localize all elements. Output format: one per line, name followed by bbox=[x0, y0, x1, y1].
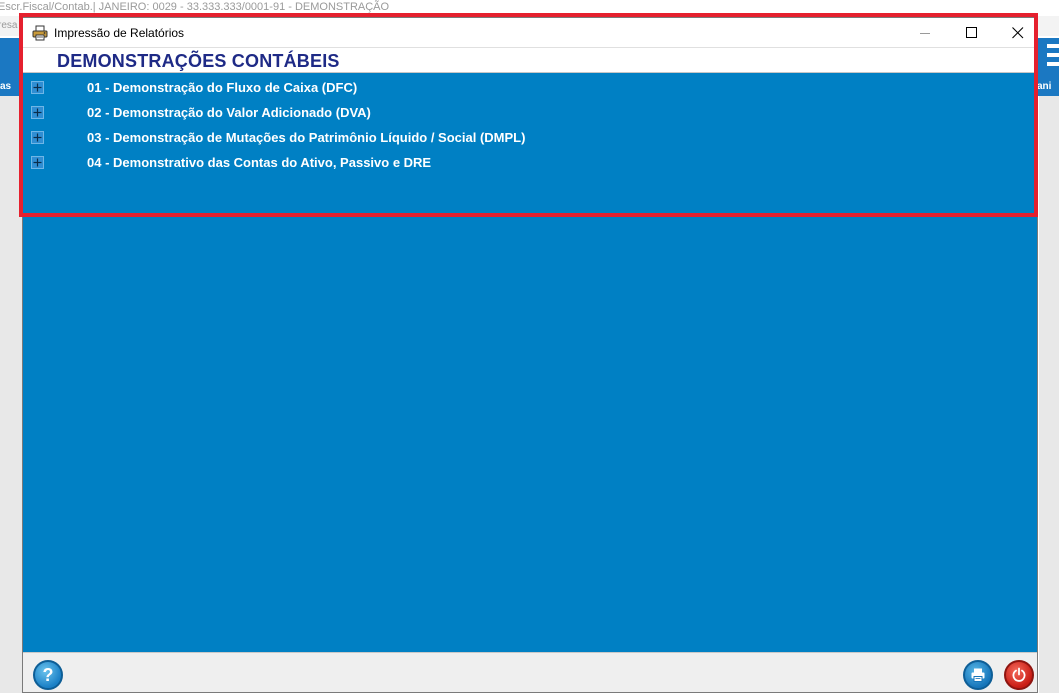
background-strip-text: resa bbox=[0, 20, 18, 31]
section-header: DEMONSTRAÇÕES CONTÁBEIS bbox=[23, 48, 1037, 73]
tree-item-label: 02 - Demonstração do Valor Adicionado (D… bbox=[87, 105, 371, 120]
close-button[interactable] bbox=[995, 18, 1041, 47]
tree-item-label: 04 - Demonstrativo das Contas do Ativo, … bbox=[87, 155, 432, 170]
background-left-tab-label: as bbox=[0, 81, 12, 92]
expand-plus-icon[interactable] bbox=[31, 131, 44, 144]
dialog-footer: ? bbox=[23, 652, 1037, 692]
tree-item-label: 01 - Demonstração do Fluxo de Caixa (DFC… bbox=[87, 80, 358, 95]
tree-item-label: 03 - Demonstração de Mutações do Patrimô… bbox=[87, 130, 526, 145]
maximize-icon bbox=[966, 27, 977, 38]
exit-button[interactable] bbox=[1004, 660, 1034, 690]
help-button[interactable]: ? bbox=[33, 660, 63, 690]
minimize-button[interactable] bbox=[903, 18, 949, 47]
power-icon bbox=[1012, 667, 1026, 682]
tree-item-dfc[interactable]: 01 - Demonstração do Fluxo de Caixa (DFC… bbox=[23, 76, 623, 101]
dialog-title: Impressão de Relatórios bbox=[54, 26, 185, 40]
background-window-title: Escr.Fiscal/Contab.| JANEIRO: 0029 - 33.… bbox=[0, 0, 1059, 16]
background-left-tab[interactable]: as bbox=[0, 38, 24, 96]
section-title: DEMONSTRAÇÕES CONTÁBEIS bbox=[57, 51, 340, 71]
report-print-dialog: Impressão de Relatórios DEMONSTRAÇÕES CO… bbox=[22, 17, 1038, 693]
background-right-area bbox=[1039, 96, 1059, 693]
background-left-area bbox=[0, 96, 22, 693]
tree-item-contas[interactable]: 04 - Demonstrativo das Contas do Ativo, … bbox=[23, 151, 623, 176]
background-window-title-text: Escr.Fiscal/Contab.| JANEIRO: 0029 - 33.… bbox=[0, 1, 390, 13]
dialog-titlebar[interactable]: Impressão de Relatórios bbox=[23, 18, 1037, 48]
help-icon: ? bbox=[42, 665, 54, 685]
close-icon bbox=[1012, 27, 1024, 39]
printer-icon bbox=[971, 668, 985, 682]
maximize-button[interactable] bbox=[949, 18, 995, 47]
print-button[interactable] bbox=[963, 660, 993, 690]
tree-item-dmpl[interactable]: 03 - Demonstração de Mutações do Patrimô… bbox=[23, 126, 623, 151]
expand-plus-icon[interactable] bbox=[31, 81, 44, 94]
printer-report-icon bbox=[32, 25, 48, 41]
expand-plus-icon[interactable] bbox=[31, 106, 44, 119]
expand-plus-icon[interactable] bbox=[31, 156, 44, 169]
minimize-icon bbox=[920, 33, 930, 34]
menu-icon bbox=[1047, 44, 1059, 66]
background-right-tab-label: ani bbox=[1037, 81, 1052, 92]
tree-item-dva[interactable]: 02 - Demonstração do Valor Adicionado (D… bbox=[23, 101, 623, 126]
